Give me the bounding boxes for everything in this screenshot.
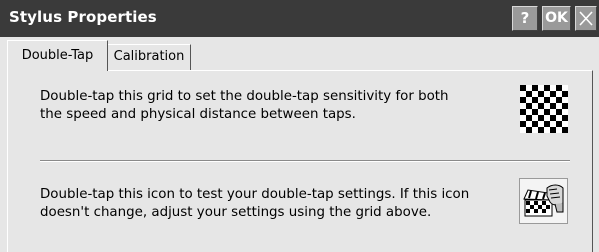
tab-double-tap[interactable]: Double-Tap <box>7 40 108 71</box>
test-instruction-text: Double-tap this icon to test your double… <box>40 187 470 220</box>
hand-clapperboard-icon[interactable] <box>519 178 568 224</box>
stylus-properties-window: Stylus Properties ? OK Double-Tap Calibr… <box>0 0 599 252</box>
title-bar: Stylus Properties ? OK <box>0 0 599 37</box>
grid-instruction-text: Double-tap this grid to set the double-t… <box>40 89 449 122</box>
window-title: Stylus Properties <box>9 8 157 26</box>
divider <box>40 160 570 162</box>
ok-button[interactable]: OK <box>542 6 571 31</box>
close-icon <box>579 11 593 26</box>
help-button[interactable]: ? <box>512 6 538 31</box>
checkerboard-grid-icon[interactable] <box>520 85 568 133</box>
tab-calibration[interactable]: Calibration <box>108 44 191 70</box>
close-button[interactable] <box>575 6 597 31</box>
